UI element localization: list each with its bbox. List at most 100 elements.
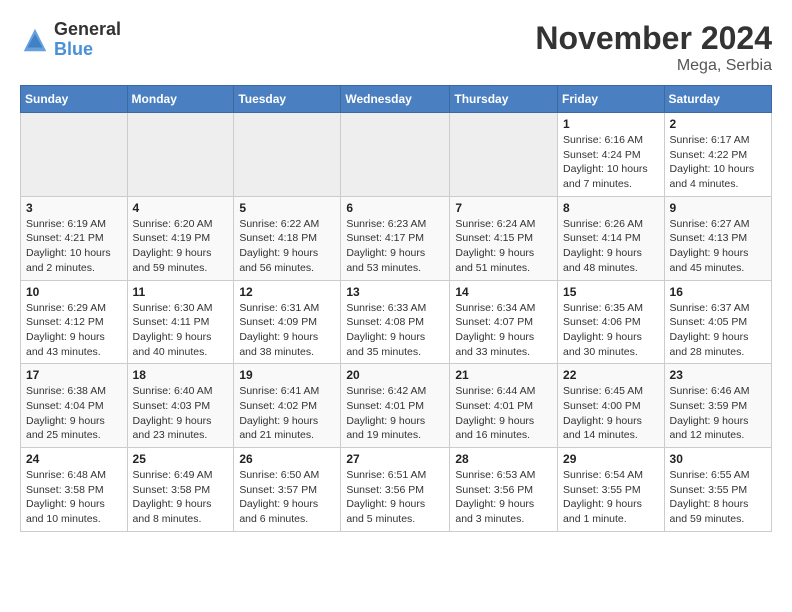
day-info: Sunrise: 6:33 AM Sunset: 4:08 PM Dayligh… (346, 301, 444, 360)
calendar-cell: 26Sunrise: 6:50 AM Sunset: 3:57 PM Dayli… (234, 448, 341, 532)
calendar-cell: 13 Sunrise: 6:33 AM Sunset: 4:08 PM Dayli… (341, 280, 450, 364)
calendar-cell: 5 Sunrise: 6:22 AM Sunset: 4:18 PM Daylig… (234, 196, 341, 280)
calendar-cell: 15 Sunrise: 6:35 AM Sunset: 4:06 PM Dayli… (558, 280, 665, 364)
calendar-cell: 24 Sunrise: 6:48 AM Sunset: 3:58 PM Dayli… (21, 448, 128, 532)
calendar-cell: 30 Sunrise: 6:55 AM Sunset: 3:55 PM Dayli… (664, 448, 771, 532)
weekday-header-saturday: Saturday (664, 86, 771, 113)
day-info: Sunrise: 6:55 AM Sunset: 3:55 PM Dayligh… (670, 468, 766, 527)
calendar-cell: 21Sunrise: 6:44 AM Sunset: 4:01 PM Dayli… (450, 364, 558, 448)
weekday-header-sunday: Sunday (21, 86, 128, 113)
day-number: 11 (133, 285, 229, 299)
day-info: Sunrise: 6:30 AM Sunset: 4:11 PM Dayligh… (133, 301, 229, 360)
calendar-cell: 7 Sunrise: 6:24 AM Sunset: 4:15 PM Daylig… (450, 196, 558, 280)
logo-text: General Blue (54, 20, 121, 60)
day-info: Sunrise: 6:51 AM Sunset: 3:56 PM Dayligh… (346, 468, 444, 527)
location-label: Mega, Serbia (535, 57, 772, 75)
calendar-cell: 11 Sunrise: 6:30 AM Sunset: 4:11 PM Dayli… (127, 280, 234, 364)
day-number: 27 (346, 452, 444, 466)
logo: General Blue (20, 20, 121, 60)
day-info: Sunrise: 6:31 AM Sunset: 4:09 PM Dayligh… (239, 301, 335, 360)
weekday-header-monday: Monday (127, 86, 234, 113)
day-number: 21 (455, 368, 552, 382)
day-number: 12 (239, 285, 335, 299)
logo-icon (20, 25, 50, 55)
calendar-week-row-5: 24 Sunrise: 6:48 AM Sunset: 3:58 PM Dayli… (21, 448, 772, 532)
calendar-cell: 29Sunrise: 6:54 AM Sunset: 3:55 PM Dayli… (558, 448, 665, 532)
day-info: Sunrise: 6:41 AM Sunset: 4:02 PM Dayligh… (239, 384, 335, 443)
day-number: 19 (239, 368, 335, 382)
calendar-cell: 3Sunrise: 6:19 AM Sunset: 4:21 PM Daylig… (21, 196, 128, 280)
day-info: Sunrise: 6:20 AM Sunset: 4:19 PM Dayligh… (133, 217, 229, 276)
day-info: Sunrise: 6:23 AM Sunset: 4:17 PM Dayligh… (346, 217, 444, 276)
calendar-cell (234, 113, 341, 197)
day-info: Sunrise: 6:34 AM Sunset: 4:07 PM Dayligh… (455, 301, 552, 360)
day-info: Sunrise: 6:24 AM Sunset: 4:15 PM Dayligh… (455, 217, 552, 276)
weekday-header-thursday: Thursday (450, 86, 558, 113)
calendar-cell: 8 Sunrise: 6:26 AM Sunset: 4:14 PM Daylig… (558, 196, 665, 280)
day-number: 30 (670, 452, 766, 466)
day-number: 18 (133, 368, 229, 382)
page-header: General Blue November 2024 Mega, Serbia (20, 20, 772, 75)
day-number: 13 (346, 285, 444, 299)
calendar-cell: 16 Sunrise: 6:37 AM Sunset: 4:05 PM Dayli… (664, 280, 771, 364)
day-number: 8 (563, 201, 659, 215)
calendar-cell: 27 Sunrise: 6:51 AM Sunset: 3:56 PM Dayli… (341, 448, 450, 532)
day-info: Sunrise: 6:27 AM Sunset: 4:13 PM Dayligh… (670, 217, 766, 276)
calendar-cell (21, 113, 128, 197)
calendar-week-row-2: 3Sunrise: 6:19 AM Sunset: 4:21 PM Daylig… (21, 196, 772, 280)
day-info: Sunrise: 6:16 AM Sunset: 4:24 PM Dayligh… (563, 133, 659, 192)
day-number: 16 (670, 285, 766, 299)
day-number: 1 (563, 117, 659, 131)
calendar-cell: 20Sunrise: 6:42 AM Sunset: 4:01 PM Dayli… (341, 364, 450, 448)
calendar-cell: 23 Sunrise: 6:46 AM Sunset: 3:59 PM Dayli… (664, 364, 771, 448)
day-number: 2 (670, 117, 766, 131)
logo-blue-label: Blue (54, 40, 121, 60)
day-info: Sunrise: 6:45 AM Sunset: 4:00 PM Dayligh… (563, 384, 659, 443)
weekday-header-wednesday: Wednesday (341, 86, 450, 113)
day-info: Sunrise: 6:48 AM Sunset: 3:58 PM Dayligh… (26, 468, 122, 527)
day-info: Sunrise: 6:49 AM Sunset: 3:58 PM Dayligh… (133, 468, 229, 527)
day-number: 14 (455, 285, 552, 299)
calendar-cell (341, 113, 450, 197)
weekday-header-friday: Friday (558, 86, 665, 113)
day-number: 5 (239, 201, 335, 215)
day-number: 3 (26, 201, 122, 215)
day-number: 9 (670, 201, 766, 215)
day-number: 17 (26, 368, 122, 382)
day-number: 15 (563, 285, 659, 299)
calendar-cell (450, 113, 558, 197)
calendar-cell: 1 Sunrise: 6:16 AM Sunset: 4:24 PM Daylig… (558, 113, 665, 197)
calendar-cell: 17 Sunrise: 6:38 AM Sunset: 4:04 PM Dayli… (21, 364, 128, 448)
day-number: 26 (239, 452, 335, 466)
day-info: Sunrise: 6:54 AM Sunset: 3:55 PM Dayligh… (563, 468, 659, 527)
day-info: Sunrise: 6:40 AM Sunset: 4:03 PM Dayligh… (133, 384, 229, 443)
calendar-cell: 9 Sunrise: 6:27 AM Sunset: 4:13 PM Daylig… (664, 196, 771, 280)
day-info: Sunrise: 6:46 AM Sunset: 3:59 PM Dayligh… (670, 384, 766, 443)
day-number: 22 (563, 368, 659, 382)
day-info: Sunrise: 6:37 AM Sunset: 4:05 PM Dayligh… (670, 301, 766, 360)
calendar-week-row-3: 10 Sunrise: 6:29 AM Sunset: 4:12 PM Dayli… (21, 280, 772, 364)
day-info: Sunrise: 6:35 AM Sunset: 4:06 PM Dayligh… (563, 301, 659, 360)
calendar-cell: 4Sunrise: 6:20 AM Sunset: 4:19 PM Daylig… (127, 196, 234, 280)
day-number: 23 (670, 368, 766, 382)
calendar-week-row-4: 17 Sunrise: 6:38 AM Sunset: 4:04 PM Dayli… (21, 364, 772, 448)
day-number: 7 (455, 201, 552, 215)
weekday-header-row: SundayMondayTuesdayWednesdayThursdayFrid… (21, 86, 772, 113)
day-info: Sunrise: 6:38 AM Sunset: 4:04 PM Dayligh… (26, 384, 122, 443)
day-info: Sunrise: 6:53 AM Sunset: 3:56 PM Dayligh… (455, 468, 552, 527)
day-info: Sunrise: 6:22 AM Sunset: 4:18 PM Dayligh… (239, 217, 335, 276)
month-title: November 2024 (535, 20, 772, 57)
title-block: November 2024 Mega, Serbia (535, 20, 772, 75)
calendar-table: SundayMondayTuesdayWednesdayThursdayFrid… (20, 85, 772, 532)
calendar-cell (127, 113, 234, 197)
day-number: 10 (26, 285, 122, 299)
calendar-cell: 25Sunrise: 6:49 AM Sunset: 3:58 PM Dayli… (127, 448, 234, 532)
calendar-week-row-1: 1 Sunrise: 6:16 AM Sunset: 4:24 PM Daylig… (21, 113, 772, 197)
day-info: Sunrise: 6:26 AM Sunset: 4:14 PM Dayligh… (563, 217, 659, 276)
day-number: 24 (26, 452, 122, 466)
calendar-cell: 2Sunrise: 6:17 AM Sunset: 4:22 PM Daylig… (664, 113, 771, 197)
calendar-cell: 18 Sunrise: 6:40 AM Sunset: 4:03 PM Dayli… (127, 364, 234, 448)
weekday-header-tuesday: Tuesday (234, 86, 341, 113)
day-info: Sunrise: 6:42 AM Sunset: 4:01 PM Dayligh… (346, 384, 444, 443)
day-info: Sunrise: 6:29 AM Sunset: 4:12 PM Dayligh… (26, 301, 122, 360)
